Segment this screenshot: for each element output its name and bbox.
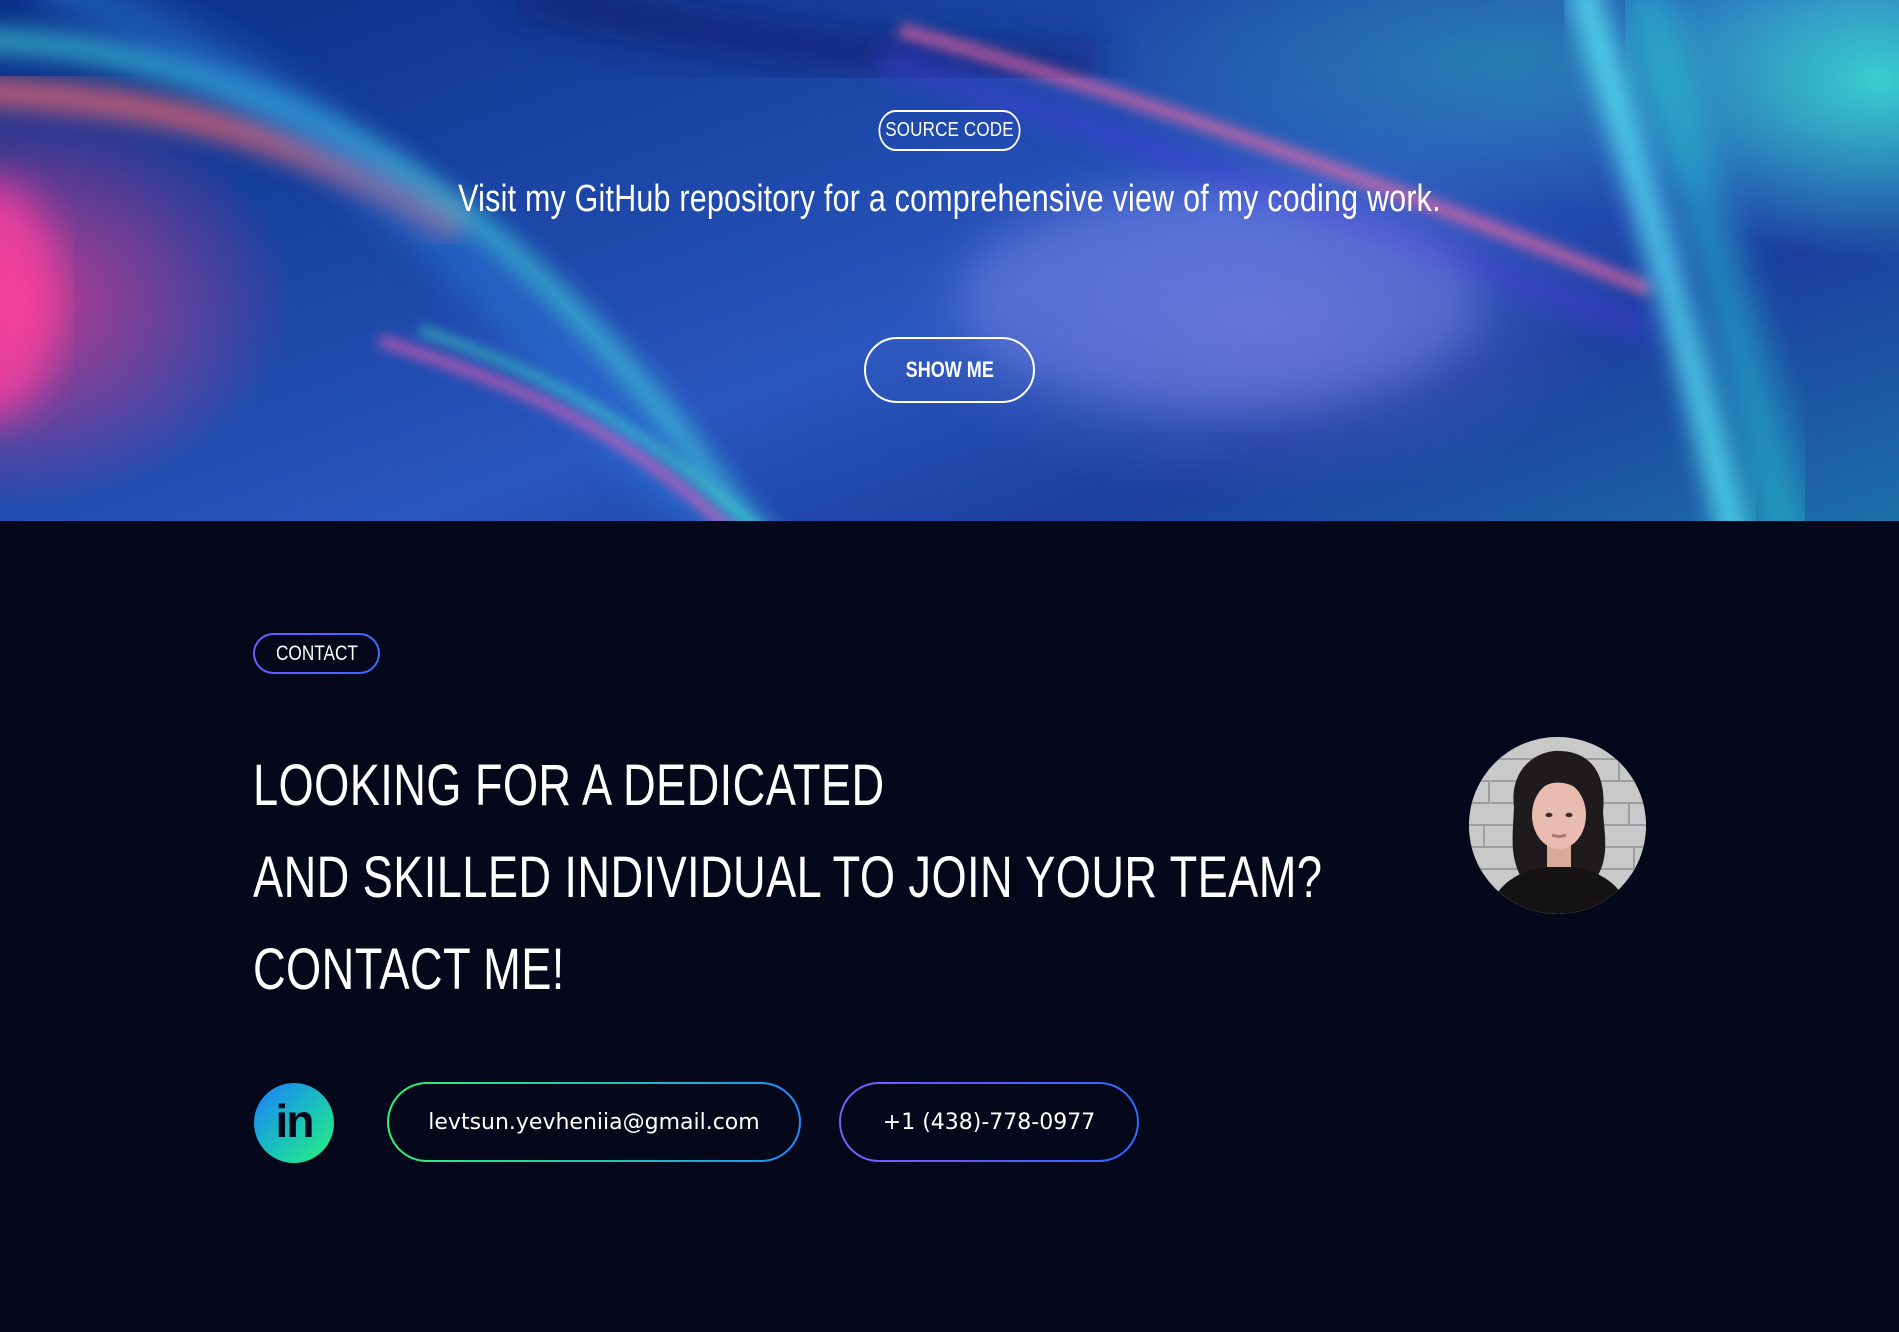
avatar (1469, 737, 1646, 914)
profile-photo (1469, 737, 1646, 914)
source-code-badge: SOURCE CODE (878, 110, 1021, 151)
email-button[interactable]: levtsun.yevheniia@gmail.com (387, 1082, 801, 1162)
linkedin-button[interactable]: in (254, 1083, 334, 1163)
headline-line-2: AND SKILLED INDIVIDUAL TO JOIN YOUR TEAM… (253, 845, 1323, 910)
headline-line-3: CONTACT ME! (253, 937, 565, 1002)
source-code-description: Visit my GitHub repository for a compreh… (458, 178, 1441, 220)
contact-badge: CONTACT (253, 633, 380, 674)
source-code-section: SOURCE CODE Visit my GitHub repository f… (0, 0, 1899, 521)
phone-number: +1 (438)-778-0977 (882, 1109, 1096, 1135)
source-code-badge-label: SOURCE CODE (885, 119, 1014, 141)
phone-button[interactable]: +1 (438)-778-0977 (839, 1082, 1139, 1162)
email-address: levtsun.yevheniia@gmail.com (428, 1109, 760, 1135)
contact-headline: LOOKING FOR A DEDICATED AND SKILLED INDI… (253, 740, 1323, 1016)
show-me-button[interactable]: SHOW ME (864, 337, 1035, 403)
show-me-button-label: SHOW ME (905, 357, 994, 382)
linkedin-icon: in (275, 1095, 315, 1147)
headline-line-1: LOOKING FOR A DEDICATED (253, 753, 885, 818)
contact-badge-label: CONTACT (275, 641, 358, 665)
